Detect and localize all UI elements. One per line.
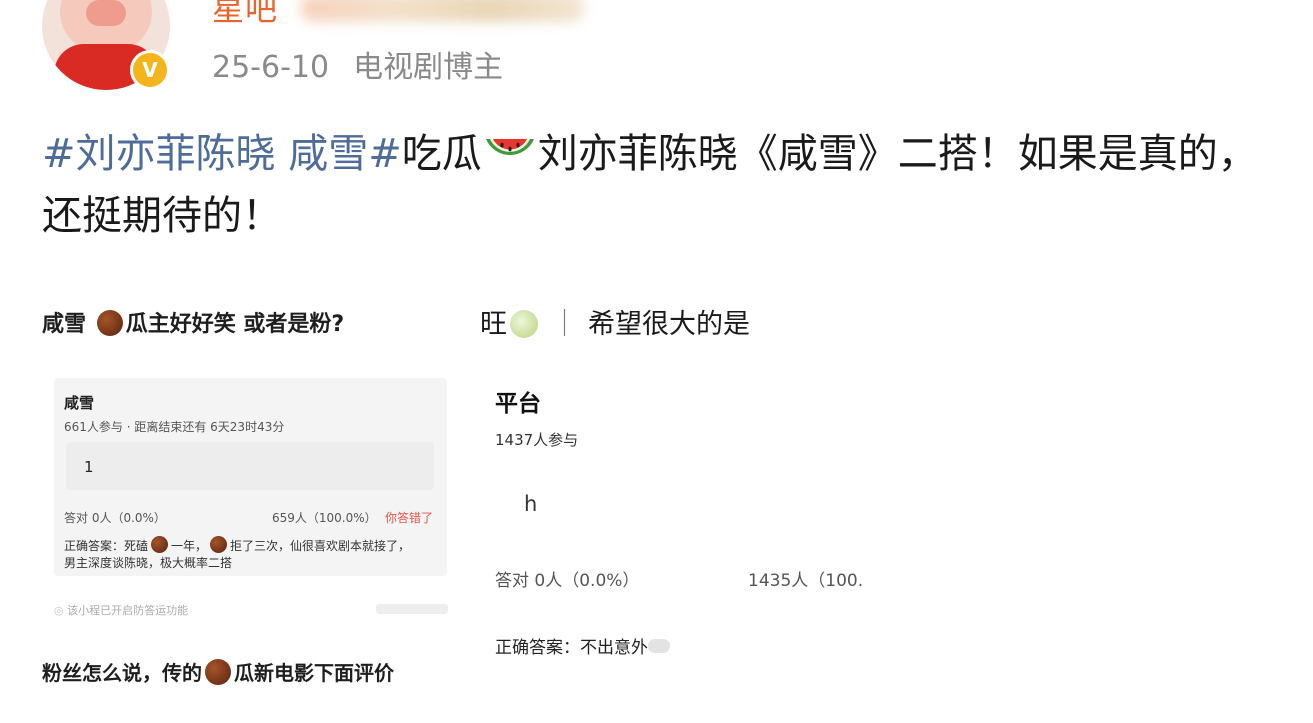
- cloud-icon: [648, 639, 670, 653]
- quiz-card-title: 咸雪: [64, 394, 95, 412]
- quiz-answer-part: 正确答案：死磕: [64, 539, 149, 553]
- poll-answer-text: 正确答案：不出意外: [495, 638, 648, 658]
- quiz-correct-stat: 答对 0人（0.0%）: [64, 511, 166, 525]
- left-caption-part: 粉丝怎么说，传的: [42, 661, 202, 685]
- poll-participants: 1437人参与: [495, 431, 579, 449]
- left-title-part: 咸雪: [42, 312, 87, 337]
- quiz-wrong-stat: 659人（100.0%）: [272, 511, 377, 525]
- username-blurred: [300, 0, 585, 22]
- title-separator: ｜: [551, 309, 578, 340]
- poll-answer: 正确答案：不出意外: [495, 633, 670, 658]
- left-title-part: 瓜主好好笑 或者是粉?: [125, 312, 345, 337]
- poll-option[interactable]: h: [524, 492, 537, 516]
- quiz-option-label: 1: [84, 458, 94, 476]
- quiz-wrong-label: 你答错了: [385, 511, 434, 525]
- quiz-answer-part: 拒了三次，仙很喜欢剧本就接了，: [230, 539, 411, 553]
- post-text-segment: 吃瓜: [401, 131, 482, 177]
- quiz-card-subtitle: 661人参与 · 距离结束还有 6天23时43分: [64, 420, 285, 434]
- username[interactable]: 星吧: [212, 0, 278, 30]
- account-type: 电视剧博主: [353, 50, 504, 85]
- post-text: #刘亦菲陈晓 咸雪#吃瓜 刘亦菲陈晓《咸雪》二搭！如果是真的，还挺期待的！: [42, 123, 1282, 247]
- post-date: 25-6-10: [212, 50, 330, 85]
- quiz-option[interactable]: [66, 442, 434, 490]
- right-title-part: 希望很大的是: [588, 309, 750, 340]
- verified-badge-letter: V: [142, 58, 158, 82]
- watermelon-icon: [485, 139, 534, 155]
- quiz-answer-part: 男主深度谈陈晓，极大概率二搭: [64, 556, 233, 570]
- info-icon: ◎: [54, 604, 64, 617]
- verified-badge-icon: V: [130, 50, 170, 90]
- quiz-answer: 正确答案：死磕 一年， 拒了三次，仙很喜欢剧本就接了， 男主深度谈陈晓，极大概率二搭: [64, 536, 444, 572]
- quiz-footer: ◎ 该小程已开启防答运功能: [54, 602, 188, 618]
- chestnut-icon: [96, 310, 123, 336]
- right-title-part: 旺: [480, 309, 507, 340]
- poll-correct-stat: 答对 0人（0.0%）: [495, 571, 640, 591]
- quiz-footer-bar: [376, 604, 448, 614]
- poll-card-title: 平台: [495, 391, 541, 417]
- hashtag-link[interactable]: #刘亦菲陈晓 咸雪#: [42, 131, 402, 177]
- left-caption-part: 瓜新电影下面评价: [234, 661, 394, 685]
- chestnut-icon: [210, 536, 228, 553]
- left-image-caption: 粉丝怎么说，传的 瓜新电影下面评价: [42, 657, 394, 686]
- chestnut-icon: [151, 536, 169, 553]
- chestnut-icon: [205, 659, 231, 685]
- quiz-answer-part: 一年，: [171, 539, 208, 553]
- melon-icon: [510, 310, 538, 338]
- post-meta: 25-6-10 电视剧博主: [212, 42, 503, 86]
- quiz-footer-text: 该小程已开启防答运功能: [67, 604, 189, 617]
- right-image-title: 旺 ｜ 希望很大的是: [480, 302, 750, 341]
- left-image-title: 咸雪 瓜主好好笑 或者是粉?: [42, 306, 344, 338]
- avatar-pig-snout: [86, 0, 126, 26]
- poll-wrong-stat: 1435人（100.0: [748, 571, 864, 591]
